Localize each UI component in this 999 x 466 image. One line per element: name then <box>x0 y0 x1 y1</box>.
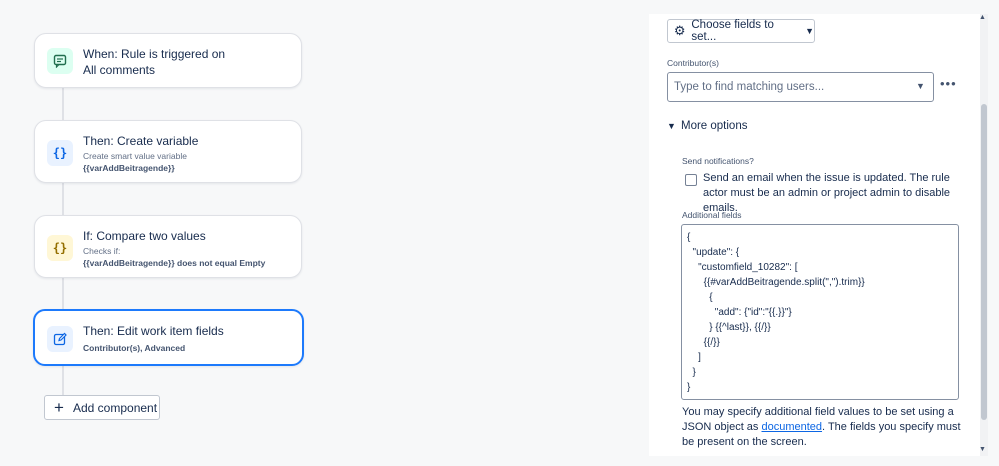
create-variable-card[interactable]: {} Then: Create variable Create smart va… <box>34 120 302 183</box>
condition-title: If: Compare two values <box>83 229 206 243</box>
flow-connector <box>62 278 64 310</box>
edit-icon <box>47 326 73 352</box>
chevron-down-icon: ▼ <box>805 26 814 36</box>
trigger-title-line2: All comments <box>83 63 156 77</box>
config-panel: ⚙ Choose fields to set... ▼ Contributor(… <box>649 14 986 456</box>
more-actions-icon[interactable]: ••• <box>940 76 957 91</box>
braces-icon: {} <box>47 235 73 261</box>
additional-fields-label: Additional fields <box>682 210 742 220</box>
send-notifications-text: Send an email when the issue is updated.… <box>703 172 951 214</box>
additional-fields-help: You may specify additional field values … <box>682 405 967 450</box>
trigger-card[interactable]: When: Rule is triggered on All comments <box>34 33 302 88</box>
create-variable-subtitle: Create smart value variable <box>83 151 187 161</box>
condition-card[interactable]: {} If: Compare two values Checks if: {{v… <box>34 215 302 278</box>
json-line: } <box>687 367 696 378</box>
condition-detail: {{varAddBeitragende}} does not equal Emp… <box>83 258 266 268</box>
trigger-title-line1: When: Rule is triggered on <box>83 47 226 61</box>
create-variable-detail: {{varAddBeitragende}} <box>83 163 175 173</box>
scroll-up-icon[interactable]: ▲ <box>979 14 986 21</box>
contributor-user-picker[interactable] <box>667 72 934 102</box>
chevron-down-icon[interactable]: ▼ <box>916 81 925 91</box>
plus-icon: + <box>54 397 64 417</box>
flow-connector <box>62 365 64 395</box>
edit-fields-card[interactable]: Then: Edit work item fields Contributor(… <box>33 309 304 366</box>
choose-fields-label: Choose fields to set... <box>691 19 774 43</box>
documented-link[interactable]: documented <box>761 421 822 433</box>
flow-connector <box>62 88 64 120</box>
comment-icon <box>47 48 73 74</box>
more-options-label: More options <box>681 120 748 132</box>
json-line: { <box>687 232 691 243</box>
add-component-button[interactable]: + Add component <box>44 395 160 420</box>
json-line: {{#varAddBeitragende.split(",").trim}} <box>687 277 865 288</box>
json-line: {{/}} <box>687 337 720 348</box>
braces-icon: {} <box>47 140 73 166</box>
json-line: { <box>687 292 713 303</box>
add-component-label: Add component <box>73 400 158 415</box>
send-notifications-checkbox[interactable] <box>685 174 697 186</box>
gear-icon: ⚙ <box>673 23 686 38</box>
json-line: "customfield_10282": [ <box>687 262 798 273</box>
condition-subtitle: Checks if: <box>83 246 121 256</box>
json-line: } {{^last}}, {{/}} <box>687 322 771 333</box>
send-notifications-label: Send notifications? <box>682 156 754 166</box>
json-line: "add": {"id":"{{.}}"} <box>687 307 792 318</box>
json-line: ] <box>687 352 701 363</box>
scroll-down-icon[interactable]: ▼ <box>979 446 986 453</box>
additional-fields-editor[interactable]: { "update": { "customfield_10282": [ {{#… <box>681 224 959 400</box>
chevron-down-icon: ▼ <box>667 121 676 131</box>
panel-scrollbar-thumb[interactable] <box>981 104 987 420</box>
edit-fields-title: Then: Edit work item fields <box>83 324 224 338</box>
edit-fields-detail: Contributor(s), Advanced <box>83 343 186 353</box>
flow-connector <box>62 183 64 215</box>
rule-flow: When: Rule is triggered on All comments … <box>0 0 640 466</box>
json-line: } <box>687 382 691 393</box>
contributor-label: Contributor(s) <box>667 58 719 68</box>
json-line: "update": { <box>687 247 740 258</box>
more-options-toggle[interactable]: ▼ More options <box>667 120 747 132</box>
create-variable-title: Then: Create variable <box>83 134 199 148</box>
choose-fields-button[interactable]: ⚙ Choose fields to set... ▼ <box>667 19 815 43</box>
